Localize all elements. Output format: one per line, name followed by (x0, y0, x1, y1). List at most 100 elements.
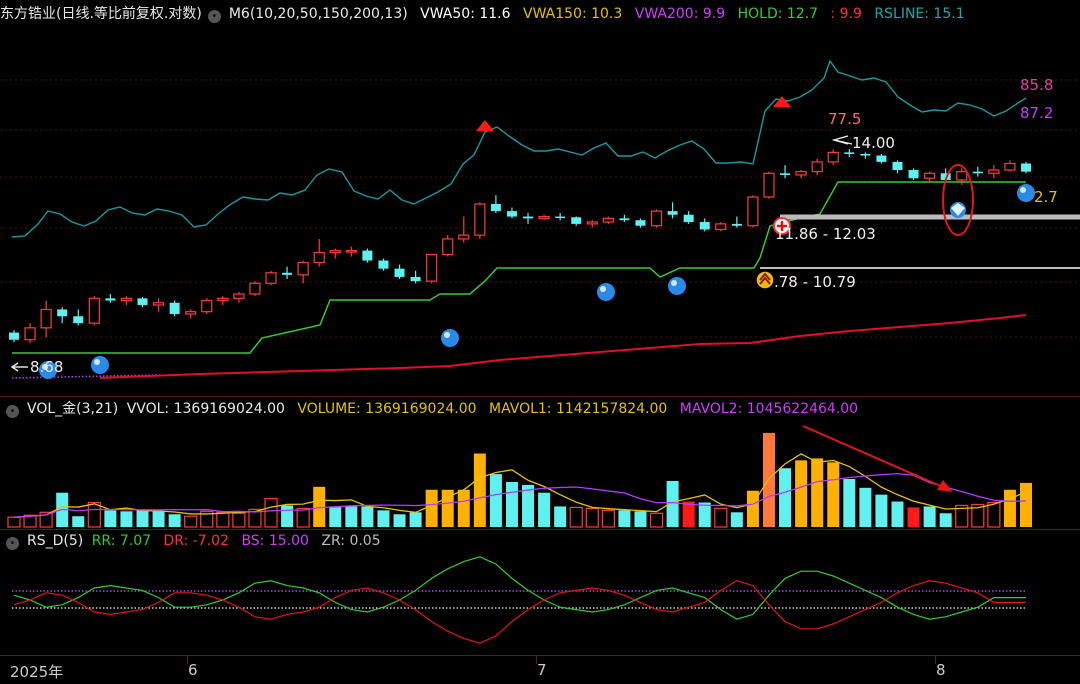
candle (169, 300, 180, 317)
vvol-label: VVOL: 1369169024.00 (126, 401, 285, 417)
x-label-year: 2025年 (10, 663, 64, 681)
volume-bar (168, 514, 181, 527)
candle (24, 323, 36, 344)
candle (40, 300, 52, 338)
volume-bar (907, 507, 920, 527)
volume-bar (152, 511, 165, 527)
candle (410, 270, 421, 284)
candle (265, 270, 277, 286)
candle (602, 216, 614, 224)
volume-bar (216, 511, 230, 528)
candle (120, 296, 133, 305)
settings-circle-icon[interactable]: • (6, 405, 19, 418)
volume-bar (939, 513, 952, 527)
candle (233, 291, 245, 303)
vol-indicator-name: VOL_金(3,21) (27, 401, 119, 417)
candle (249, 281, 261, 297)
dr-label: DR: -7.02 (163, 533, 229, 549)
candle (667, 202, 678, 219)
volume-bar (843, 478, 856, 527)
candle (137, 297, 148, 308)
volume-bar (698, 502, 711, 527)
candle (1021, 161, 1031, 174)
triangle-up-icon (476, 120, 494, 131)
rs-chart[interactable] (0, 548, 1080, 658)
candle (571, 216, 582, 226)
volume-chart[interactable] (0, 420, 1080, 530)
candle (876, 153, 887, 164)
candle (650, 209, 663, 228)
candle (506, 207, 517, 219)
volume-bar (457, 489, 470, 527)
candle (683, 211, 694, 224)
volume-bar (795, 460, 808, 527)
volume-bar (505, 481, 518, 527)
candle (747, 195, 759, 228)
volume-bar (875, 494, 888, 527)
candle (972, 166, 983, 177)
candle (523, 212, 534, 224)
blue-ball-icon (1017, 184, 1035, 202)
mavol1-label: MAVOL1: 1142157824.00 (488, 401, 668, 417)
candle (313, 238, 325, 267)
candle (780, 165, 791, 179)
volume-bar (762, 432, 775, 527)
volume-bar (682, 501, 695, 527)
ball-highlight (671, 280, 677, 286)
ball-highlight (94, 359, 100, 365)
candle (73, 309, 84, 326)
volume-bar (811, 458, 824, 527)
mavol1-series (13, 453, 1027, 518)
volume-bar (923, 506, 936, 527)
volume-panel-header: • VOL_金(3,21) VVOL: 1369169024.00 VOLUME:… (0, 399, 1080, 419)
candle (152, 298, 165, 312)
ball-highlight (600, 286, 606, 292)
mavol2-series (13, 472, 1027, 518)
x-label-month-8: 8 (936, 661, 946, 679)
ball-highlight (444, 332, 450, 338)
candle (88, 296, 100, 326)
volume-bar (7, 516, 21, 528)
candle (892, 160, 903, 174)
volume-bar (585, 507, 599, 528)
range-label-upper: 11.86 - 12.03 (775, 225, 876, 243)
candle (827, 149, 839, 166)
volume-bar (296, 507, 310, 528)
range-label-lower: .78 - 10.79 (774, 273, 856, 291)
price-chart[interactable]: 77.5 14.00 11.86 - 12.03 .78 - 10.79 8.6… (0, 0, 1080, 392)
volume-bar (393, 514, 406, 527)
x-label-month-7: 7 (537, 661, 547, 679)
rs-value-1: 85.8 (1020, 76, 1053, 94)
candle (426, 253, 438, 284)
volume-bar (649, 512, 664, 528)
volume-label: VOLUME: 1369169024.00 (297, 401, 477, 417)
candle (860, 152, 871, 159)
volume-bar (827, 462, 840, 527)
vwa150-series (99, 314, 1027, 379)
blue-ball-icon (597, 283, 615, 301)
volume-bar (859, 487, 872, 527)
candle (731, 216, 742, 228)
candle (490, 195, 501, 213)
volume-bar (1020, 482, 1032, 527)
candle (458, 216, 470, 243)
volume-bar (601, 509, 615, 528)
volume-bar (281, 505, 294, 527)
candle (715, 222, 727, 232)
candle (329, 248, 341, 259)
volume-bar (87, 501, 101, 528)
candle (635, 218, 646, 228)
candle (763, 171, 775, 199)
volume-bar (569, 506, 583, 528)
volume-bar (634, 511, 647, 527)
volume-bar (120, 511, 133, 527)
candle (442, 235, 454, 257)
rs-indicator-name: RS_D(5) (27, 533, 84, 549)
volume-bar (779, 468, 792, 527)
x-label-month-6: 6 (188, 661, 198, 679)
volume-bar (714, 507, 728, 528)
mavol2-label: MAVOL2: 1045622464.00 (679, 401, 859, 417)
volume-bar (1003, 489, 1016, 527)
candle (795, 170, 807, 179)
candle (586, 220, 598, 228)
